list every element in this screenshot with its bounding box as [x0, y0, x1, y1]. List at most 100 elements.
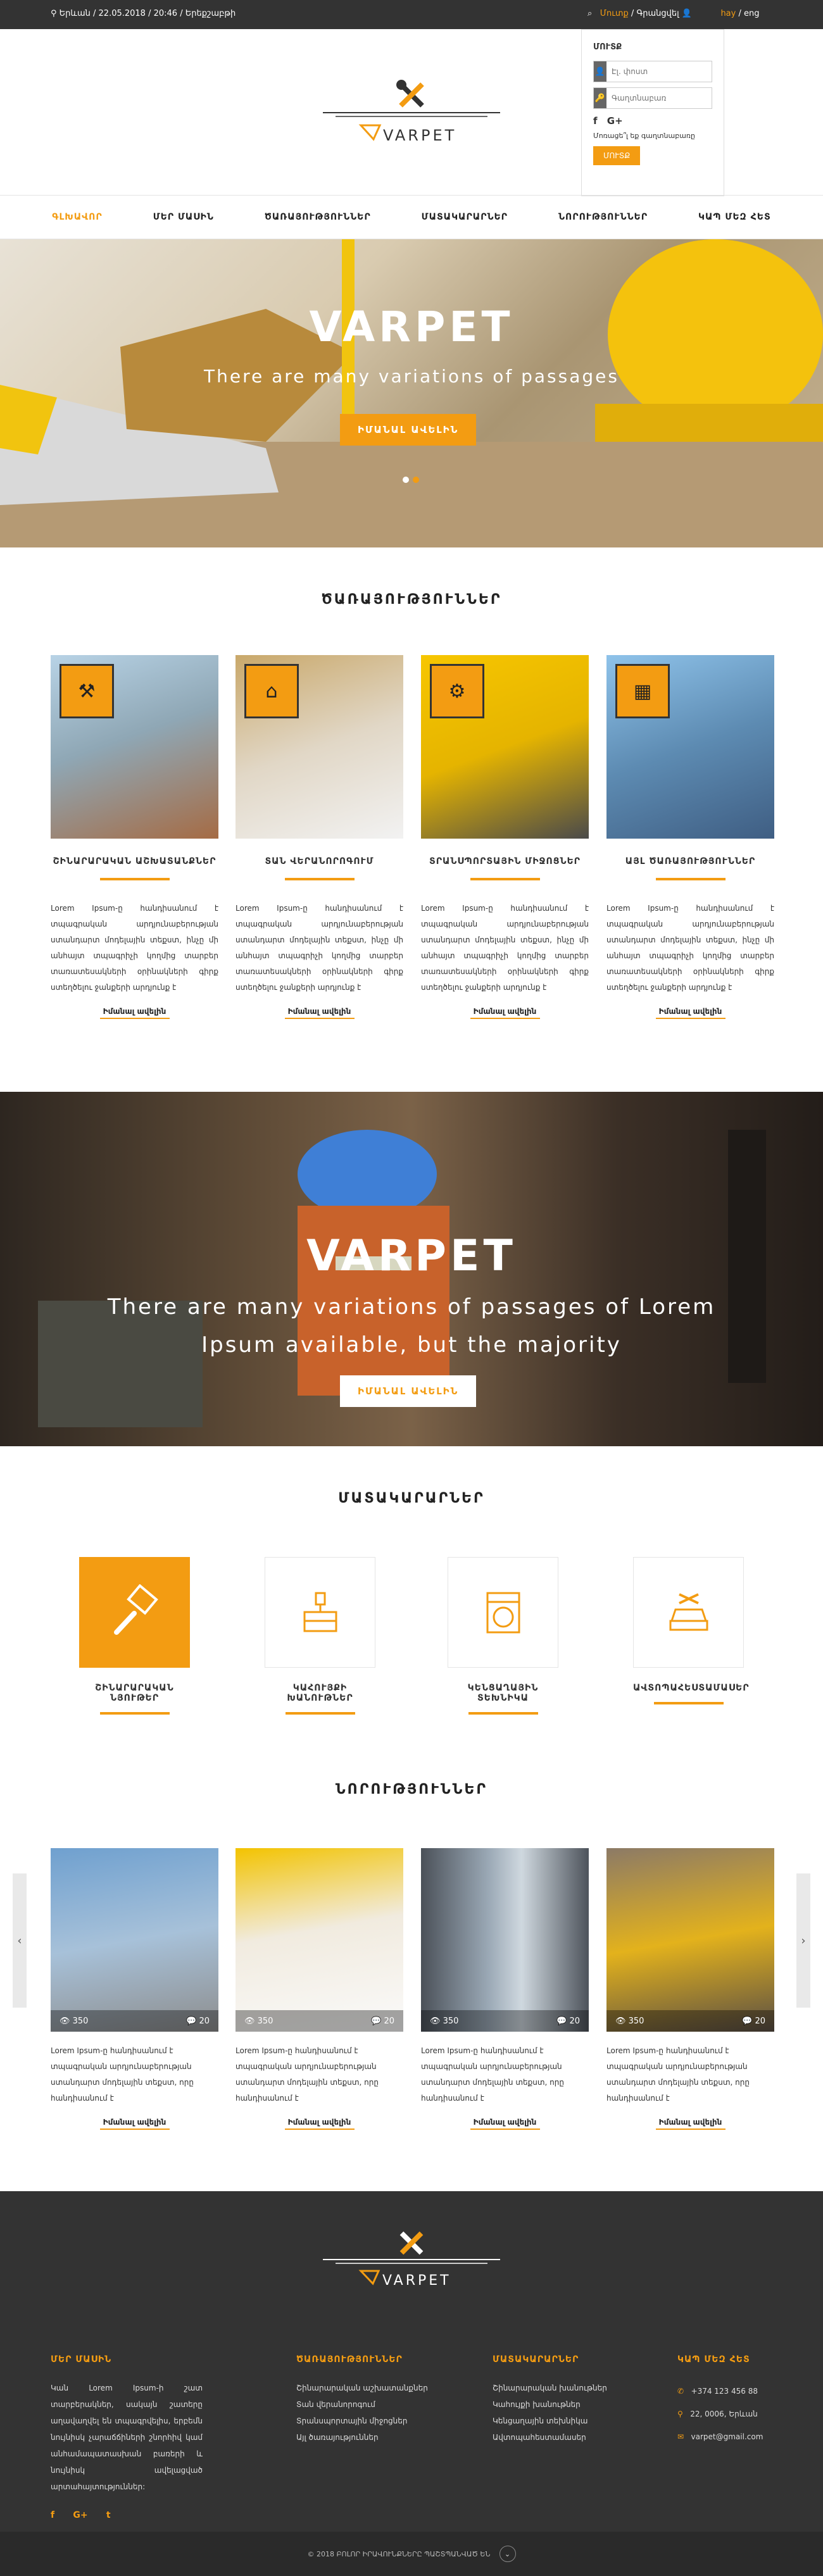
- learn-more-link[interactable]: Իմանալ ավելին: [655, 2118, 726, 2130]
- footer-link[interactable]: Շինարարական խանութներ: [493, 2380, 644, 2396]
- email-field: 👤: [593, 61, 712, 82]
- supplier-item[interactable]: ԿԵՆՑԱՂԱՅԻՆ ՏԵԽՆԻԿԱ: [448, 1557, 558, 1715]
- register-link[interactable]: Գրանցվել: [636, 9, 679, 18]
- main-nav: ԳԼԽԱՎՈՐ ՄԵՐ ՄԱՍԻՆ ԾԱՌԱՅՈՒԹՅՈՒՆՆԵՐ ՄԱՏԱԿԱ…: [0, 195, 823, 239]
- google-plus-icon[interactable]: G+: [607, 115, 623, 127]
- news-meta: 👁 350 💬 20: [236, 2010, 403, 2032]
- facebook-icon[interactable]: f: [593, 115, 598, 127]
- banner-learn-more-button[interactable]: ԻՄԱՆԱԼ ԱՎԵԼԻՆ: [340, 1375, 477, 1407]
- hero-title: VARPET: [309, 303, 514, 351]
- nav-news[interactable]: ՆՈՐՈՒԹՅՈՒՆՆԵՐ: [533, 212, 673, 222]
- footer-link[interactable]: Այլ ծառայություններ: [296, 2429, 448, 2446]
- scroll-top-button[interactable]: ⌄: [499, 2546, 516, 2562]
- banner-subtitle-1: There are many variations of passages of…: [107, 1294, 716, 1320]
- footer-link[interactable]: Ավտոպահեստամասեր: [493, 2429, 644, 2446]
- forgot-password-link[interactable]: Մոռացե՞լ եք գաղտնաբառը: [593, 132, 712, 140]
- news-card: 👁 350 💬 20 Lorem Ipsum-ը հանդիսանում է տ…: [51, 1848, 218, 2130]
- supplier-label: ԿԱՀՈՒՅՔԻ ԽԱՆՈՒԹՆԵՐ: [287, 1683, 353, 1703]
- password-input[interactable]: [606, 88, 712, 108]
- service-title: ՇԻՆԱՐԱՐԱԿԱՆ ԱՇԽԱՏԱՆՔՆԵՐ: [53, 856, 217, 866]
- banner-subtitle-2: Ipsum available, but the majority: [201, 1332, 622, 1358]
- nav-contact[interactable]: ԿԱՊ ՄԵԶ ՀԵՏ: [673, 212, 796, 222]
- hero-learn-more-button[interactable]: ԻՄԱՆԱԼ ԱՎԵԼԻՆ: [340, 414, 477, 446]
- supplier-box[interactable]: [448, 1557, 558, 1668]
- slider-dot-1[interactable]: [403, 477, 409, 483]
- slider-dot-2[interactable]: [413, 477, 419, 483]
- furniture-icon: [303, 1592, 337, 1632]
- supplier-item[interactable]: ԿԱՀՈՒՅՔԻ ԽԱՆՈՒԹՆԵՐ: [265, 1557, 375, 1715]
- footer-link[interactable]: Շինարարական աշխատանքներ: [296, 2380, 448, 2396]
- twitter-icon[interactable]: t: [106, 2510, 111, 2520]
- banner-title: VARPET: [306, 1231, 517, 1281]
- learn-more-link[interactable]: Իմանալ ավելին: [284, 2118, 355, 2130]
- divider: [284, 878, 355, 880]
- email-input[interactable]: [606, 61, 712, 82]
- top-actions: ⌕ Մուտք / Գրանցվել 👤 hay / eng: [587, 9, 760, 18]
- learn-more-link[interactable]: Իմանալ ավելին: [99, 2118, 170, 2130]
- lang-separator: /: [736, 9, 744, 18]
- news-image: 👁 350 💬 20: [51, 1848, 218, 2032]
- location-datetime: ⚲ Երևան / 22.05.2018 / 20:46 / Երեքշաբթի: [51, 9, 236, 18]
- footer-email[interactable]: ✉ varpet@gmail.com: [677, 2425, 804, 2448]
- promo-banner: VARPET There are many variations of pass…: [0, 1092, 823, 1446]
- search-icon[interactable]: ⌕: [587, 9, 592, 18]
- supplier-box[interactable]: [265, 1557, 375, 1668]
- supplier-box[interactable]: [79, 1557, 190, 1668]
- washing-machine-icon: [486, 1592, 520, 1633]
- site-logo[interactable]: VARPET: [317, 70, 506, 152]
- service-title: ՏԱՆ ՎԵՐԱՆՈՐՈԳՈՒՄ: [265, 856, 374, 866]
- footer-link[interactable]: Տան վերանորոգում: [296, 2396, 448, 2413]
- user-icon: 👤: [594, 61, 606, 82]
- learn-more-link[interactable]: Իմանալ ավելին: [284, 1007, 355, 1019]
- news-meta: 👁 350 💬 20: [606, 2010, 774, 2032]
- password-field: 🔑: [593, 87, 712, 109]
- facebook-icon[interactable]: f: [51, 2510, 54, 2520]
- learn-more-link[interactable]: Իմանալ ավելին: [99, 1007, 170, 1019]
- top-bar: ⚲ Երևան / 22.05.2018 / 20:46 / Երեքշաբթի…: [0, 0, 823, 29]
- login-link[interactable]: Մուտք: [600, 9, 629, 18]
- nav-about[interactable]: ՄԵՐ ՄԱՍԻՆ: [128, 212, 239, 222]
- user-icon[interactable]: 👤: [682, 9, 692, 18]
- footer-link[interactable]: Կենցաղային տեխնիկա: [493, 2413, 644, 2429]
- news-prev-arrow[interactable]: ‹: [13, 1873, 27, 2008]
- nav-home[interactable]: ԳԼԽԱՎՈՐ: [27, 212, 127, 222]
- footer-suppliers-head: ՄԱՏԱԿԱՐԱՐՆԵՐ: [493, 2354, 579, 2365]
- house-icon: ⌂: [244, 664, 299, 718]
- news-next-arrow[interactable]: ›: [796, 1873, 810, 2008]
- lang-hy[interactable]: hay: [720, 9, 736, 18]
- footer-link[interactable]: Կահույքի խանութներ: [493, 2396, 644, 2413]
- service-text: Lorem Ipsum-ը հանդիսանում է տպագրական ար…: [606, 904, 774, 992]
- social-login: f G+: [593, 115, 712, 127]
- footer-link[interactable]: Տրանսպորտային միջոցներ: [296, 2413, 448, 2429]
- news-card: 👁 350 💬 20 Lorem Ipsum-ը հանդիսանում է տ…: [606, 1848, 774, 2130]
- footer-phone[interactable]: ✆ +374 123 456 88: [677, 2380, 804, 2403]
- supplier-item[interactable]: ԱՎՏՈՊԱՀԵՍՏԱՄԱՍԵՐ: [633, 1557, 749, 1704]
- news-text: Lorem Ipsum-ը հանդիսանում է տպագրական ար…: [421, 2046, 564, 2103]
- divider: [655, 878, 726, 880]
- news-text: Lorem Ipsum-ը հանդիսանում է տպագրական ար…: [236, 2046, 379, 2103]
- views-count: 👁 350: [244, 2016, 273, 2026]
- supplier-box[interactable]: [633, 1557, 744, 1668]
- divider: [99, 1712, 170, 1715]
- mail-icon: ✉: [677, 2432, 684, 2441]
- login-panel: ՄՈՒՏՔ 👤 🔑 f G+ Մոռացե՞լ եք գաղտնաբառը ՄՈ…: [581, 29, 724, 196]
- footer-logo[interactable]: VARPET: [317, 2223, 506, 2292]
- service-image: ▦: [606, 655, 774, 839]
- google-plus-icon[interactable]: G+: [73, 2510, 87, 2520]
- learn-more-link[interactable]: Իմանալ ավելին: [655, 1007, 726, 1019]
- divider: [285, 1712, 355, 1715]
- learn-more-link[interactable]: Իմանալ ավելին: [470, 2118, 540, 2130]
- supplier-item[interactable]: ՇԻՆԱՐԱՐԱԿԱՆ ՆՅՈՒԹԵՐ: [79, 1557, 190, 1715]
- footer-contact: ԿԱՊ ՄԵԶ ՀԵՏ ✆ +374 123 456 88 ⚲ 22, 0006…: [677, 2354, 804, 2448]
- nav-suppliers[interactable]: ՄԱՏԱԿԱՐԱՐՆԵՐ: [396, 212, 533, 222]
- learn-more-link[interactable]: Իմանալ ավելին: [470, 1007, 540, 1019]
- nav-services[interactable]: ԾԱՌԱՅՈՒԹՅՈՒՆՆԵՐ: [239, 212, 396, 222]
- supplier-label: ՇԻՆԱՐԱՐԱԿԱՆ ՆՅՈՒԹԵՐ: [95, 1683, 174, 1703]
- hero-tools-image: [0, 239, 823, 547]
- lang-en[interactable]: eng: [744, 9, 760, 18]
- svg-text:VARPET: VARPET: [382, 2273, 451, 2289]
- login-button[interactable]: ՄՈՒՏՔ: [593, 146, 641, 165]
- service-card: ⚒ ՇԻՆԱՐԱՐԱԿԱՆ ԱՇԽԱՏԱՆՔՆԵՐ Lorem Ipsum-ը …: [51, 655, 218, 1019]
- service-card: ▦ ԱՅԼ ԾԱՌԱՅՈՒԹՅՈՒՆՆԵՐ Lorem Ipsum-ը հանդ…: [606, 655, 774, 1019]
- views-count: 👁 350: [430, 2016, 459, 2026]
